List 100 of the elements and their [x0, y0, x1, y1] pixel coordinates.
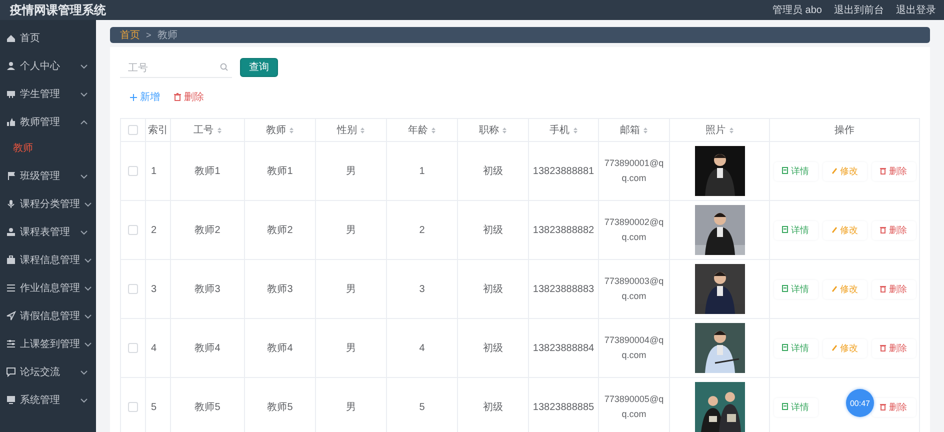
breadcrumb-link[interactable]: 首页 [120, 28, 140, 42]
sidebar-item[interactable]: 课程分类管理 [0, 190, 96, 218]
table-cell-text: 教师1 [267, 165, 293, 178]
board-icon [6, 89, 16, 99]
delete-button[interactable]: 删除 [872, 162, 916, 180]
trash-icon [880, 285, 886, 293]
sidebar-item[interactable]: 请假信息管理 [0, 302, 96, 330]
sidebar-item[interactable]: 系统管理 [0, 386, 96, 414]
sidebar-item[interactable]: 首页 [0, 24, 96, 52]
list-icon [6, 283, 16, 293]
trash-icon [880, 344, 886, 352]
table-cell-text: 773890005@qq.com [603, 393, 665, 421]
user-icon [6, 61, 16, 71]
table-cell: 13823888883 [532, 284, 594, 294]
sidebar-item[interactable]: 上课签到管理 [0, 330, 96, 358]
sidebar-item[interactable]: 论坛交流 [0, 358, 96, 386]
pencil-icon [831, 167, 837, 175]
row-checkbox[interactable] [128, 402, 138, 412]
delete-button[interactable]: 删除 [872, 280, 916, 298]
sidebar-item[interactable]: 课程表管理 [0, 218, 96, 246]
document-icon [782, 344, 788, 352]
table-cell-text: 男 [346, 401, 356, 414]
select-all-checkbox[interactable] [128, 125, 138, 135]
row-checkbox[interactable] [128, 166, 138, 176]
delete-button[interactable]: 删除 [872, 220, 916, 240]
table-cell-text: 初级 [483, 224, 503, 237]
document-icon [782, 403, 788, 411]
header-link[interactable]: 退出登录 [896, 3, 936, 17]
table-cell-text: 教师5 [194, 401, 220, 414]
table-cell-text: 教师5 [267, 401, 293, 414]
pencil-icon [831, 226, 837, 234]
table-cell: 2 [151, 224, 157, 236]
column-header[interactable]: 手机 [550, 123, 570, 137]
table-cell-text: 773890002@qq.com [603, 216, 665, 244]
search-field[interactable]: 工号 [120, 59, 232, 78]
search-icon [220, 62, 228, 70]
table-cell-text: 教师4 [194, 342, 220, 355]
column-header[interactable]: 照片 [706, 123, 726, 137]
table-cell-text: 教师2 [267, 224, 293, 237]
column-header[interactable]: 邮箱 [620, 123, 640, 137]
column-header[interactable]: 性别 [337, 123, 357, 137]
trash-icon [880, 403, 886, 411]
column-header: 操作 [834, 124, 854, 137]
detail-button[interactable]: 详情 [774, 220, 818, 240]
delete-button[interactable]: 删除 [872, 398, 916, 416]
table-cell-text: 教师3 [194, 283, 220, 296]
person-icon [6, 227, 16, 237]
table-cell-text: 男 [346, 283, 356, 296]
column-header: 索引 [148, 124, 168, 137]
row-checkbox[interactable] [128, 284, 138, 294]
sidebar-item[interactable]: 课程信息管理 [0, 246, 96, 274]
row-checkbox[interactable] [128, 343, 138, 353]
table-cell-text: 773890001@qq.com [603, 157, 665, 185]
column-header[interactable]: 教师 [266, 123, 286, 137]
table-cell-text: 男 [346, 224, 356, 237]
header-link[interactable]: 管理员 abo [772, 3, 822, 17]
table-cell-text: 教师3 [267, 283, 293, 296]
table-cell: 1 [419, 166, 425, 176]
table-cell: 1 [151, 166, 157, 176]
sidebar-item[interactable]: 班级管理 [0, 162, 96, 190]
table-cell-text: 773890003@qq.com [603, 275, 665, 303]
table-cell-text: 初级 [483, 282, 503, 296]
microphone-icon [6, 199, 16, 209]
flag-icon [6, 171, 16, 181]
table-cell: 5 [151, 402, 157, 412]
sidebar-item[interactable]: 学生管理 [0, 80, 96, 108]
sidebar-subitem[interactable]: 教师 [0, 136, 33, 162]
table-cell-text: 男 [346, 342, 356, 355]
breadcrumb-separator: > [146, 30, 152, 40]
table-cell-text: 教师1 [194, 165, 220, 178]
table-cell-text: 教师4 [267, 342, 293, 355]
pencil-icon [831, 285, 837, 293]
column-header[interactable]: 工号 [194, 123, 214, 137]
trash-icon [174, 93, 181, 101]
sidebar-item[interactable]: 教师管理 [0, 108, 96, 136]
delete-button[interactable]: 删除 [172, 90, 206, 104]
column-header[interactable]: 职称 [479, 123, 499, 137]
table-cell: 13823888882 [532, 224, 594, 236]
column-header[interactable]: 年龄 [408, 123, 428, 137]
table-cell-text: 初级 [483, 400, 503, 414]
send-icon [6, 311, 16, 321]
table-cell: 13823888885 [532, 402, 594, 412]
table-cell-text: 773890004@qq.com [603, 334, 665, 362]
search-button[interactable]: 查询 [240, 58, 278, 76]
briefcase-icon [6, 255, 16, 265]
plus-icon [130, 94, 137, 100]
table-cell: 5 [419, 402, 425, 412]
thumb-up-icon [6, 117, 16, 127]
sidebar-item[interactable]: 作业信息管理 [0, 274, 96, 302]
row-checkbox[interactable] [128, 225, 138, 235]
chat-icon [6, 367, 16, 377]
delete-button[interactable]: 删除 [872, 338, 916, 358]
detail-button[interactable]: 详情 [774, 398, 818, 416]
detail-button[interactable]: 详情 [774, 162, 818, 180]
detail-button[interactable]: 详情 [774, 280, 818, 298]
breadcrumb-link[interactable]: 教师 [157, 28, 178, 42]
header-link[interactable]: 退出到前台 [834, 3, 884, 17]
detail-button[interactable]: 详情 [774, 338, 818, 358]
sidebar-item[interactable]: 个人中心 [0, 52, 96, 80]
document-icon [782, 285, 788, 293]
